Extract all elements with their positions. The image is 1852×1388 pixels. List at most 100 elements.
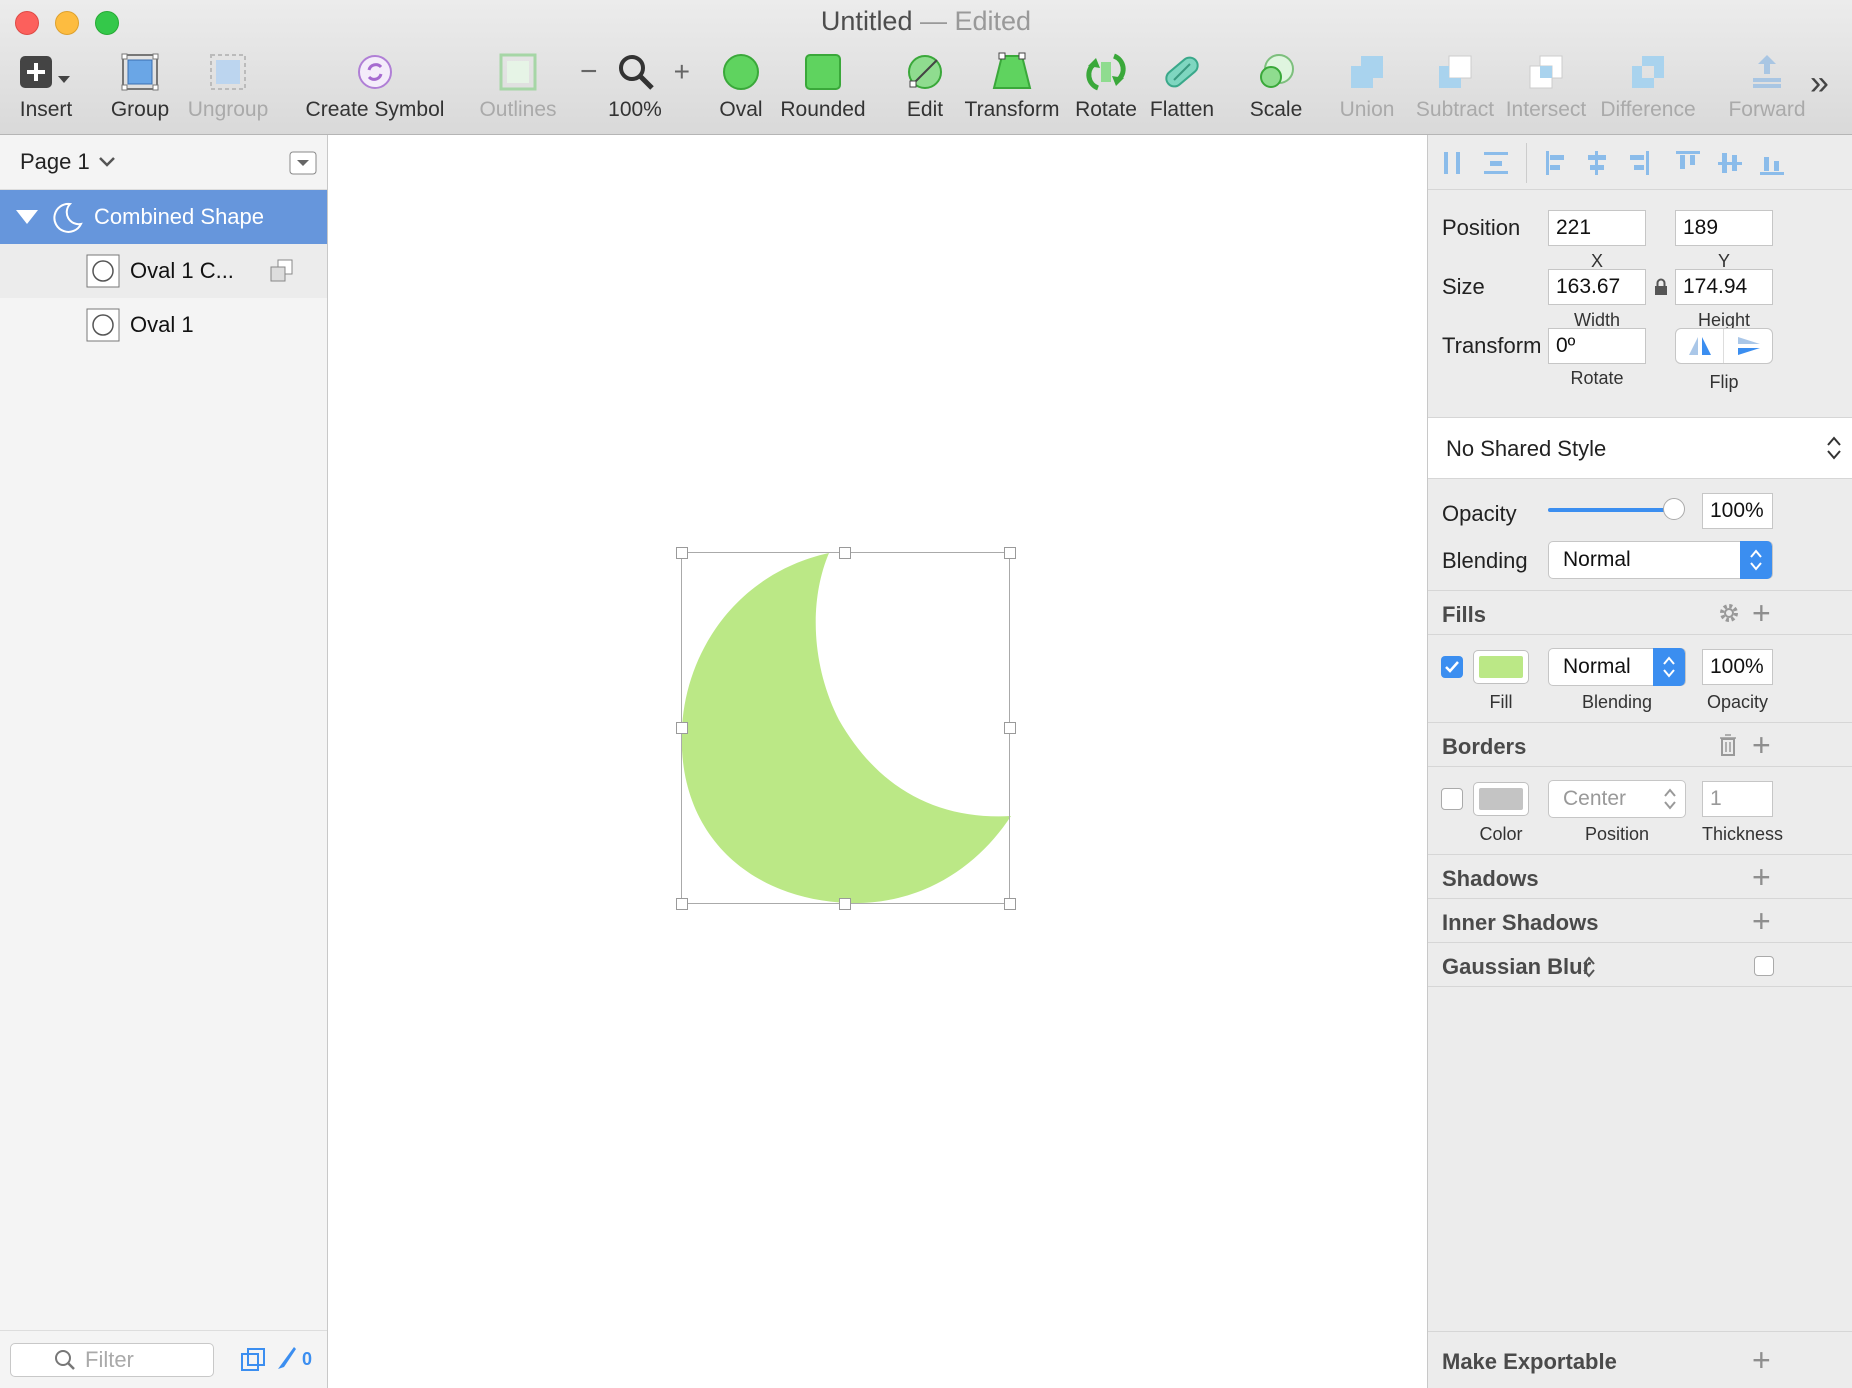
- outlines-button[interactable]: Outlines: [478, 48, 558, 128]
- edit-button[interactable]: Edit: [900, 48, 950, 128]
- fill-opacity-field[interactable]: 100%: [1702, 649, 1773, 685]
- transform-label: Transform: [1442, 333, 1542, 358]
- union-button[interactable]: Union: [1338, 48, 1396, 128]
- oval-button[interactable]: Oval: [716, 48, 766, 128]
- layer-label: Oval 1 C...: [130, 258, 234, 283]
- border-enabled-checkbox[interactable]: [1441, 788, 1463, 810]
- x-field[interactable]: 221: [1548, 210, 1646, 246]
- page-selector[interactable]: Page 1: [0, 135, 327, 190]
- blending-select[interactable]: Normal: [1548, 541, 1773, 579]
- combined-shape-moon[interactable]: [681, 553, 1011, 904]
- rounded-button[interactable]: Rounded: [780, 48, 866, 128]
- height-field[interactable]: 174.94: [1675, 269, 1773, 305]
- add-export-plus-icon[interactable]: +: [1752, 1344, 1771, 1376]
- create-symbol-label: Create Symbol: [305, 98, 445, 121]
- fills-title: Fills: [1442, 602, 1487, 627]
- disclosure-triangle-icon[interactable]: [14, 206, 40, 228]
- add-border-plus-icon[interactable]: +: [1752, 729, 1771, 761]
- resize-handle[interactable]: [676, 547, 688, 559]
- fill-color-well[interactable]: [1473, 650, 1529, 684]
- symbols-filter-icon[interactable]: [240, 1347, 268, 1373]
- layer-oval-1-copy[interactable]: Oval 1 C...: [0, 244, 327, 298]
- zoom-control: − + 100%: [580, 48, 690, 128]
- add-shadow-plus-icon[interactable]: +: [1752, 861, 1771, 893]
- forward-button[interactable]: Forward: [1728, 48, 1806, 128]
- filter-field[interactable]: Filter: [10, 1343, 214, 1377]
- resize-handle[interactable]: [839, 898, 851, 910]
- resize-handle[interactable]: [1004, 898, 1016, 910]
- layer-oval-1[interactable]: Oval 1: [0, 298, 327, 352]
- border-thickness-field[interactable]: 1: [1702, 781, 1773, 817]
- resize-handle[interactable]: [1004, 722, 1016, 734]
- scale-button[interactable]: Scale: [1246, 48, 1306, 128]
- subtract-label: Subtract: [1415, 98, 1495, 121]
- resize-handle[interactable]: [676, 898, 688, 910]
- shared-style-selector[interactable]: No Shared Style: [1428, 418, 1852, 479]
- flatten-button[interactable]: Flatten: [1150, 48, 1214, 128]
- rounded-label: Rounded: [780, 98, 866, 121]
- gear-icon[interactable]: [1718, 602, 1740, 624]
- resize-handle[interactable]: [839, 547, 851, 559]
- rotate-button[interactable]: Rotate: [1074, 48, 1138, 128]
- add-fill-plus-icon[interactable]: +: [1752, 597, 1771, 629]
- layer-combined-shape[interactable]: Combined Shape: [0, 190, 327, 244]
- union-label: Union: [1339, 98, 1395, 121]
- document-name: Untitled: [820, 6, 913, 36]
- border-color-well[interactable]: [1473, 782, 1529, 816]
- gaussian-blur-title[interactable]: Gaussian Blur: [1442, 954, 1591, 980]
- y-field[interactable]: 189: [1675, 210, 1773, 246]
- opacity-field[interactable]: 100%: [1702, 493, 1773, 529]
- canvas[interactable]: [329, 135, 1427, 1388]
- updown-chevron-icon[interactable]: [1582, 956, 1596, 978]
- add-inner-shadow-plus-icon[interactable]: +: [1752, 905, 1771, 937]
- checkmark-icon: [1445, 661, 1459, 673]
- slice-tool-icon[interactable]: [274, 1345, 298, 1373]
- create-symbol-button[interactable]: Create Symbol: [304, 48, 446, 128]
- alignment-icons: [1444, 143, 1784, 183]
- rounded-rect-icon: [803, 48, 843, 96]
- zoom-out-button[interactable]: −: [580, 55, 598, 89]
- insert-button[interactable]: Insert: [16, 48, 76, 128]
- inner-shadows-title: Inner Shadows: [1442, 910, 1599, 935]
- intersect-label: Intersect: [1505, 98, 1587, 121]
- flip-vertical-button[interactable]: [1725, 329, 1773, 363]
- rotate-field[interactable]: 0º: [1548, 328, 1646, 364]
- shared-style-value: No Shared Style: [1446, 436, 1607, 461]
- ungroup-button[interactable]: Ungroup: [188, 48, 268, 128]
- title-separator: —: [919, 6, 947, 36]
- fill-row: Fill Normal Blending 100% Opacity: [1428, 635, 1852, 723]
- opacity-slider-fill: [1548, 508, 1674, 512]
- boolean-subtract-icon[interactable]: [270, 259, 294, 283]
- flip-horizontal-button[interactable]: [1676, 329, 1724, 363]
- blending-label: Blending: [1442, 548, 1528, 573]
- trash-icon[interactable]: [1718, 733, 1738, 757]
- opacity-slider-knob[interactable]: [1663, 498, 1685, 520]
- fill-blending-select[interactable]: Normal: [1548, 648, 1686, 686]
- group-button[interactable]: Group: [111, 48, 169, 128]
- make-exportable-title[interactable]: Make Exportable: [1442, 1349, 1617, 1375]
- difference-button[interactable]: Difference: [1600, 48, 1696, 128]
- group-icon: [120, 48, 160, 96]
- fill-blending-label: Blending: [1581, 692, 1653, 712]
- resize-handle[interactable]: [676, 722, 688, 734]
- intersect-button[interactable]: Intersect: [1504, 48, 1588, 128]
- rotate-icon: [1084, 48, 1128, 96]
- insert-icon: [18, 48, 74, 96]
- zoom-in-button[interactable]: +: [674, 56, 690, 88]
- width-field[interactable]: 163.67: [1548, 269, 1646, 305]
- lock-icon[interactable]: [1654, 278, 1668, 296]
- subtract-button[interactable]: Subtract: [1410, 48, 1500, 128]
- opacity-slider[interactable]: [1548, 498, 1685, 520]
- resize-handle[interactable]: [1004, 547, 1016, 559]
- chevron-down-icon: [98, 157, 115, 167]
- oval-icon: [721, 48, 761, 96]
- border-position-select[interactable]: Center: [1548, 780, 1686, 818]
- forward-label: Forward: [1728, 98, 1806, 121]
- transform-label: Transform: [964, 98, 1060, 121]
- gaussian-blur-checkbox[interactable]: [1754, 956, 1774, 976]
- toolbar-overflow-chevron-icon[interactable]: »: [1810, 64, 1829, 103]
- transform-button[interactable]: Transform: [964, 48, 1060, 128]
- fill-enabled-checkbox[interactable]: [1441, 656, 1463, 678]
- union-icon: [1347, 48, 1387, 96]
- collapse-panel-icon[interactable]: [289, 151, 317, 177]
